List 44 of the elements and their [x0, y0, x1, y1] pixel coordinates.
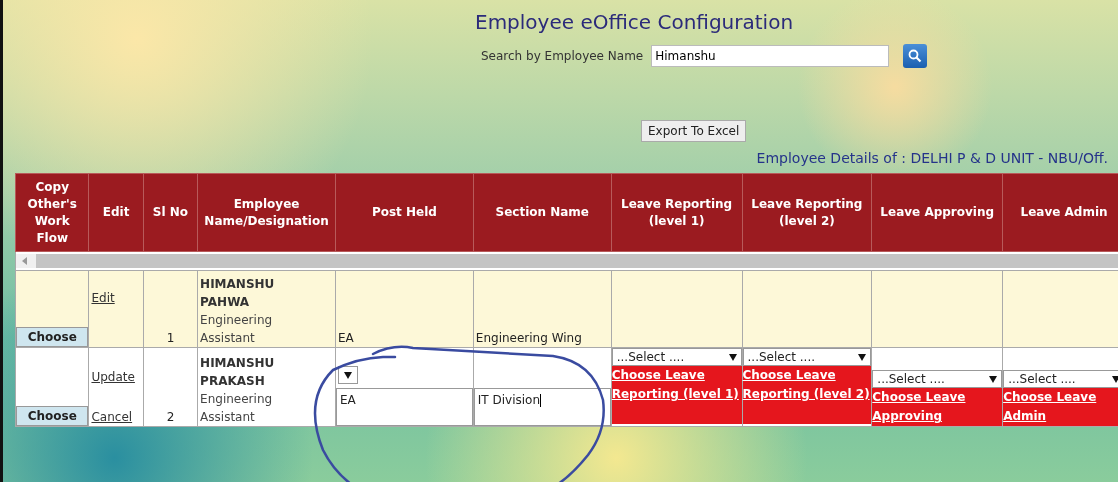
- column-header: Leave Reporting (level 2): [742, 173, 872, 252]
- details-text: Employee Details of : DELHI P & D UNIT - NBU/Off.: [756, 150, 1108, 166]
- employee-name: HIMANSHU PRAKASH: [200, 355, 276, 390]
- page-title: Employee eOffice Configuration: [475, 10, 794, 34]
- leave-link[interactable]: Choose Leave Admin: [1003, 388, 1118, 426]
- column-header: Copy Other's Work Flow: [15, 173, 89, 252]
- column-header: Leave Reporting (level 1): [611, 173, 742, 252]
- leave-dropdown[interactable]: ...Select ....: [742, 348, 872, 366]
- leave-dropdown[interactable]: ...Select ....: [611, 348, 742, 366]
- action-link[interactable]: Update: [91, 368, 141, 386]
- column-header: Leave Admin: [1002, 173, 1118, 252]
- serial-number: 1: [166, 331, 175, 345]
- column-header: Section Name: [473, 173, 612, 252]
- dropdown-arrow-icon: [858, 353, 867, 361]
- search-label: Search by Employee Name: [481, 49, 644, 63]
- serial-number: 2: [166, 410, 175, 424]
- export-button[interactable]: Export To Excel: [641, 120, 747, 142]
- search-icon: [908, 49, 923, 63]
- dropdown-arrow-icon: [1112, 375, 1118, 383]
- leave-dropdown[interactable]: ...Select ....: [1003, 370, 1118, 388]
- section-name: Engineering Wing: [475, 331, 582, 345]
- post-held: EA: [337, 331, 354, 345]
- column-header: Sl No: [143, 173, 198, 252]
- post-dropdown[interactable]: [337, 366, 358, 384]
- leave-link[interactable]: Choose Leave Approving: [872, 388, 1003, 426]
- dropdown-arrow-icon: [343, 371, 352, 379]
- column-header: Employee Name/Designation: [197, 173, 336, 252]
- leave-dropdown[interactable]: ...Select ....: [872, 370, 1003, 388]
- dropdown-arrow-icon: [989, 375, 998, 383]
- section-name-field[interactable]: IT Division: [473, 388, 611, 426]
- search-field[interactable]: Himanshu: [651, 45, 890, 67]
- action-link[interactable]: Cancel: [91, 408, 141, 426]
- employee-name: HIMANSHU PAHWA: [200, 276, 276, 311]
- post-held-field[interactable]: EA: [335, 388, 473, 426]
- column-header: Leave Approving: [871, 173, 1003, 252]
- column-header: Post Held: [335, 173, 474, 252]
- column-header: Edit: [88, 173, 144, 252]
- dropdown-arrow-icon: [728, 353, 737, 361]
- search-button[interactable]: [903, 44, 928, 68]
- choose-button[interactable]: Choose: [16, 406, 89, 426]
- scroll-left-icon[interactable]: [22, 257, 28, 265]
- employee-designation: Engineering Assistant: [200, 391, 274, 426]
- choose-button[interactable]: Choose: [16, 327, 89, 347]
- employee-designation: Engineering Assistant: [200, 312, 274, 347]
